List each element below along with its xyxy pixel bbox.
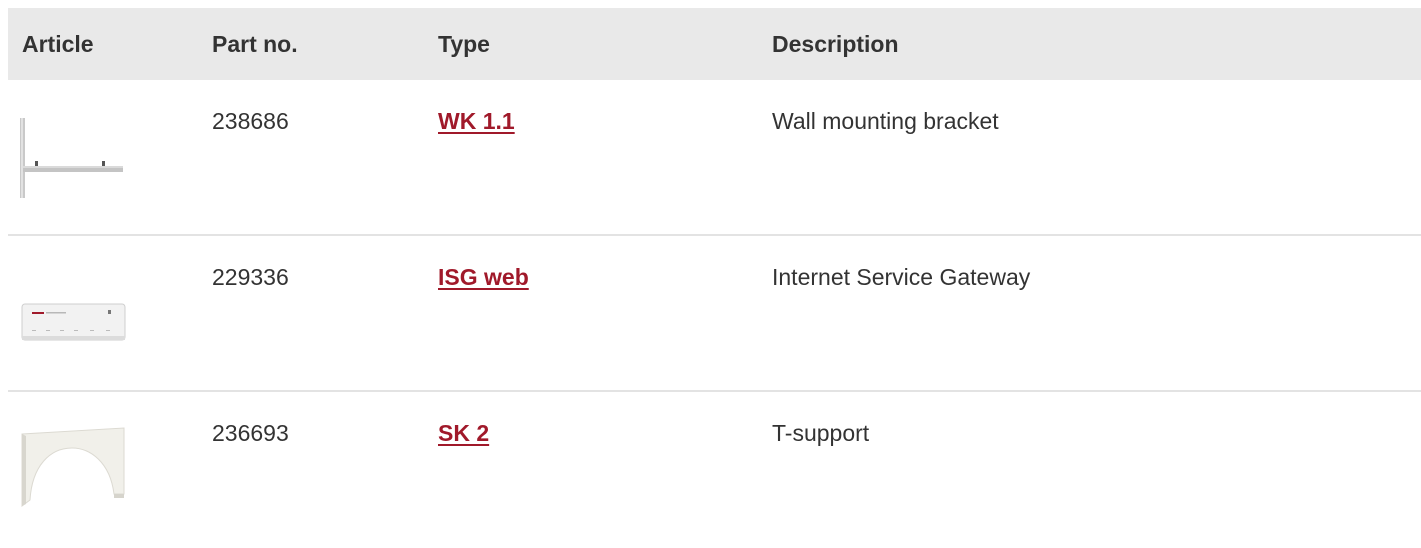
type-link[interactable]: SK 2 xyxy=(438,418,489,448)
header-part-no: Part no. xyxy=(212,31,298,57)
part-number: 229336 xyxy=(212,264,289,290)
accessories-table: Article Part no. Type Description 238686… xyxy=(8,8,1421,548)
header-article: Article xyxy=(22,31,94,57)
description: Internet Service Gateway xyxy=(772,264,1031,290)
part-number: 236693 xyxy=(212,420,289,446)
t-support-image xyxy=(10,422,130,522)
type-link-text[interactable]: ISG web xyxy=(438,264,529,290)
type-link[interactable]: WK 1.1 xyxy=(438,106,515,136)
table-row: 238686 WK 1.1 Wall mounting bracket xyxy=(8,80,1421,236)
description: Wall mounting bracket xyxy=(772,108,999,134)
description: T-support xyxy=(772,420,870,446)
wall-mounting-bracket-image xyxy=(10,110,130,210)
type-link[interactable]: ISG web xyxy=(438,262,529,292)
table-row: 229336 ISG web Internet Service Gateway xyxy=(8,236,1421,392)
part-number: 238686 xyxy=(212,108,289,134)
type-link-text[interactable]: SK 2 xyxy=(438,420,489,446)
table-row: 236693 SK 2 T-support xyxy=(8,392,1421,548)
table-header: Article Part no. Type Description xyxy=(8,8,1421,80)
header-type: Type xyxy=(438,31,490,57)
internet-service-gateway-image xyxy=(10,266,130,366)
header-description: Description xyxy=(772,31,899,57)
type-link-text[interactable]: WK 1.1 xyxy=(438,108,515,134)
